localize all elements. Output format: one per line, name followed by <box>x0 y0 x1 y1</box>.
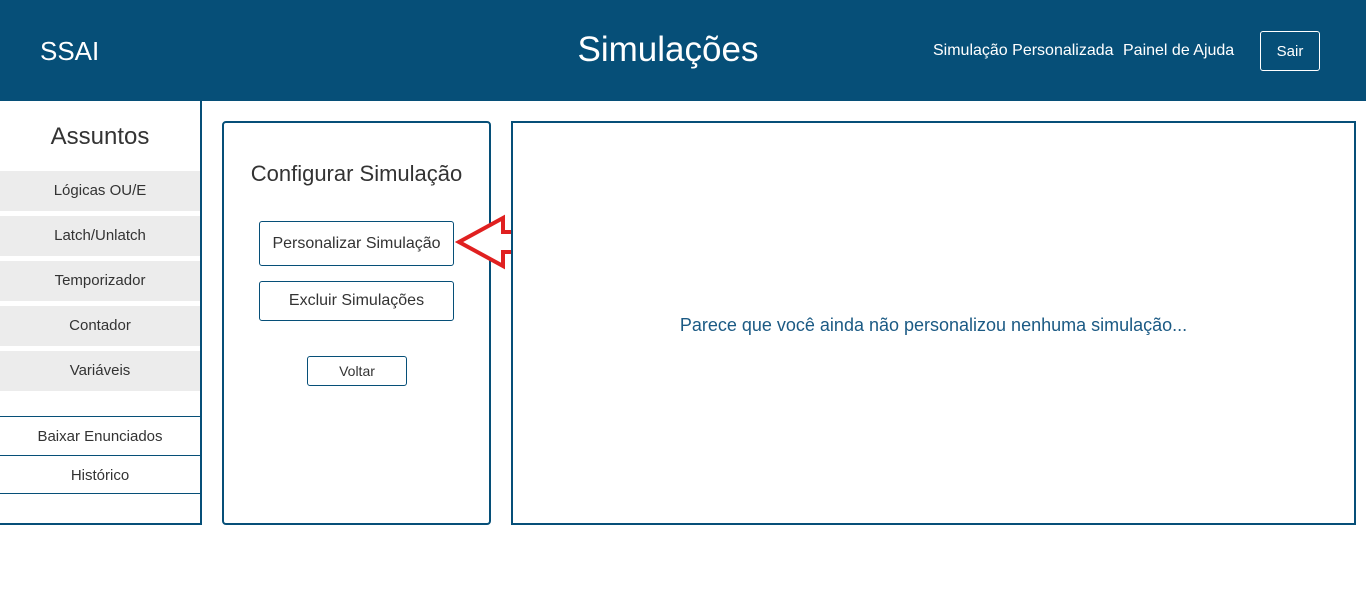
nav-help-panel[interactable]: Painel de Ajuda <box>1123 42 1234 60</box>
subject-item-contador[interactable]: Contador <box>0 306 200 346</box>
sidebar-title: Assuntos <box>50 123 150 150</box>
subject-item-variaveis[interactable]: Variáveis <box>0 351 200 391</box>
personalize-simulation-button[interactable]: Personalizar Simulação <box>259 221 454 266</box>
subject-item-logicas[interactable]: Lógicas OU/E <box>0 171 200 211</box>
simulations-panel: Parece que você ainda não personalizou n… <box>511 121 1356 525</box>
logout-button[interactable]: Sair <box>1260 31 1320 71</box>
subject-item-temporizador[interactable]: Temporizador <box>0 261 200 301</box>
subject-item-latch[interactable]: Latch/Unlatch <box>0 216 200 256</box>
back-button[interactable]: Voltar <box>307 356 407 386</box>
history-link[interactable]: Histórico <box>0 455 200 494</box>
nav-custom-simulation[interactable]: Simulação Personalizada <box>933 42 1114 60</box>
config-title: Configurar Simulação <box>250 161 463 186</box>
top-navbar: SSAI Simulações Simulação Personalizada … <box>0 0 1366 101</box>
subjects-sidebar: Assuntos Lógicas OU/E Latch/Unlatch Temp… <box>0 101 202 525</box>
config-panel: Configurar Simulação Personalizar Simula… <box>222 121 491 525</box>
download-statements-link[interactable]: Baixar Enunciados <box>0 416 200 455</box>
empty-state-message: Parece que você ainda não personalizou n… <box>679 315 1188 335</box>
delete-simulations-button[interactable]: Excluir Simulações <box>259 281 454 321</box>
